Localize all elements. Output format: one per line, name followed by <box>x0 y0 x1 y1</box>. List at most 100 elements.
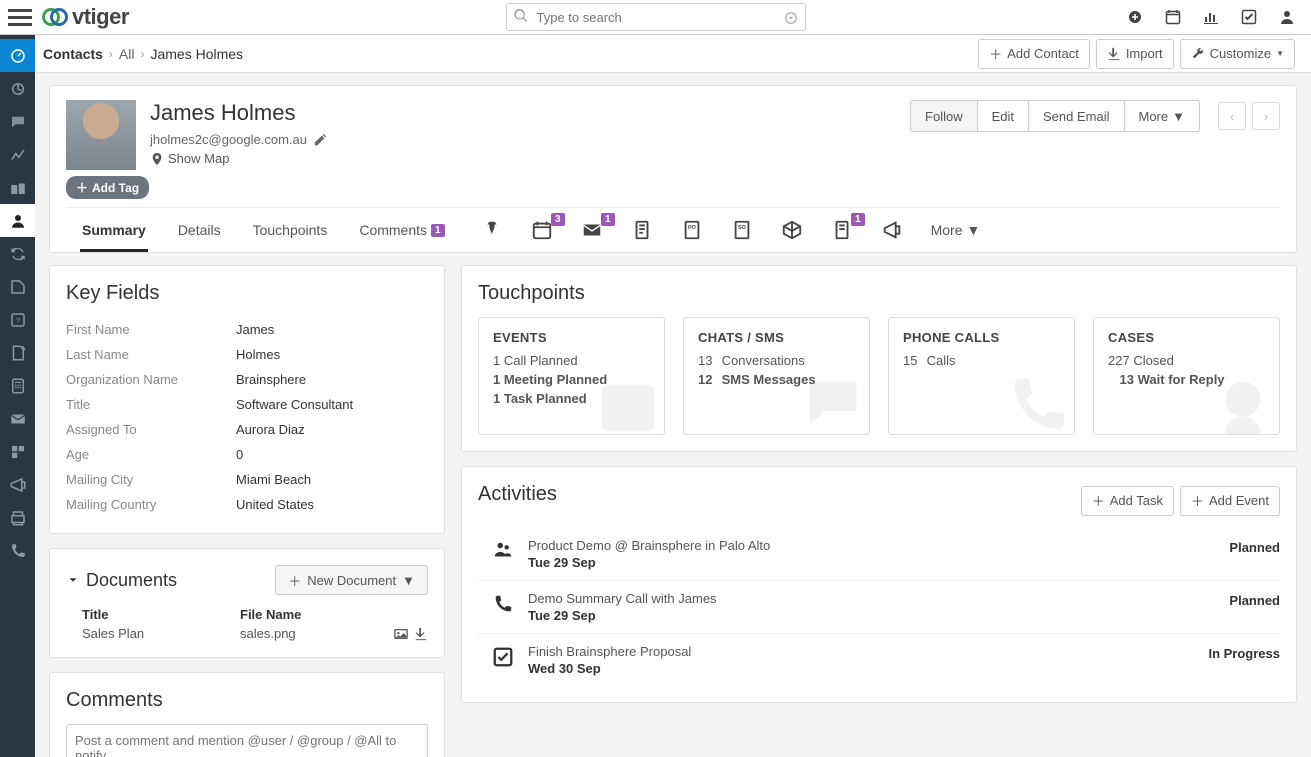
sidebar-item-sync[interactable] <box>0 237 35 270</box>
add-tag-button[interactable]: ＋Add Tag <box>66 176 149 199</box>
breadcrumb-list[interactable]: All <box>119 46 135 62</box>
show-map-link[interactable]: Show Map <box>150 151 327 166</box>
record-name: James Holmes <box>150 100 327 126</box>
tab-mail-icon[interactable]: 1 <box>581 219 603 241</box>
record-action-group: Follow Edit Send Email More▼ <box>910 100 1200 132</box>
tab-details[interactable]: Details <box>162 208 237 252</box>
touchpoints-phone-card[interactable]: PHONE CALLS 15 Calls <box>888 317 1075 435</box>
sidebar-item-help[interactable]: ? <box>0 303 35 336</box>
tab-document-icon[interactable] <box>631 219 653 241</box>
sidebar-item-notes[interactable] <box>0 336 35 369</box>
sidebar-item-campaigns[interactable] <box>0 468 35 501</box>
edit-email-icon[interactable] <box>313 133 327 147</box>
key-field-value: Miami Beach <box>236 472 311 487</box>
sidebar-item-calculator[interactable] <box>0 369 35 402</box>
download-icon[interactable] <box>414 627 428 641</box>
sidebar-item-inventory[interactable] <box>0 435 35 468</box>
add-contact-button[interactable]: ＋Add Contact <box>978 39 1090 69</box>
search-scope-toggle[interactable] <box>784 11 798 25</box>
new-document-button[interactable]: ＋New Document▼ <box>275 565 428 595</box>
tab-so-icon[interactable]: SO <box>731 219 753 241</box>
calendar-icon[interactable] <box>1165 9 1181 25</box>
tab-invoice-icon[interactable]: 1 <box>831 219 853 241</box>
sidebar-item-organizations[interactable] <box>0 171 35 204</box>
tab-quotes-icon[interactable] <box>481 219 503 241</box>
activity-status: Planned <box>1229 591 1280 608</box>
key-field-value: 0 <box>236 447 243 462</box>
tabs-more-button[interactable]: More ▼ <box>931 222 981 238</box>
record-header: James Holmes jholmes2c@google.com.au Sho… <box>49 85 1297 253</box>
key-field-row[interactable]: Organization NameBrainsphere <box>66 367 428 392</box>
breadcrumb: Contacts › All › James Holmes <box>43 46 243 62</box>
reports-icon[interactable] <box>1203 9 1219 25</box>
send-email-button[interactable]: Send Email <box>1028 101 1123 131</box>
logo[interactable]: vtiger <box>40 2 129 32</box>
documents-card: Documents ＋New Document▼ Title File Name… <box>49 548 445 658</box>
tasks-icon[interactable] <box>1241 9 1257 25</box>
key-field-row[interactable]: Mailing CountryUnited States <box>66 492 428 517</box>
key-fields-card: Key Fields First NameJamesLast NameHolme… <box>49 265 445 534</box>
sidebar-item-messages[interactable] <box>0 105 35 138</box>
sidebar-item-dashboard[interactable] <box>0 39 35 72</box>
breadcrumb-module[interactable]: Contacts <box>43 46 103 62</box>
global-search-input[interactable] <box>506 3 806 31</box>
chevron-down-icon[interactable] <box>66 573 80 587</box>
key-field-row[interactable]: TitleSoftware Consultant <box>66 392 428 417</box>
sidebar-item-phone[interactable] <box>0 534 35 567</box>
activity-item[interactable]: Finish Brainsphere ProposalWed 30 SepIn … <box>478 634 1280 686</box>
quick-create-icon[interactable] <box>1127 9 1143 25</box>
more-actions-button[interactable]: More▼ <box>1124 101 1200 131</box>
record-email[interactable]: jholmes2c@google.com.au <box>150 132 307 147</box>
key-field-row[interactable]: Last NameHolmes <box>66 342 428 367</box>
activity-item[interactable]: Product Demo @ Brainsphere in Palo AltoT… <box>478 528 1280 581</box>
add-event-button[interactable]: ＋Add Event <box>1180 486 1280 516</box>
preview-icon[interactable] <box>394 627 408 641</box>
touchpoints-events-card[interactable]: EVENTS 1 Call Planned 1 Meeting Planned … <box>478 317 665 435</box>
hamburger-menu[interactable] <box>8 5 32 29</box>
follow-button[interactable]: Follow <box>911 101 977 131</box>
prev-record-button[interactable]: ‹ <box>1218 102 1246 130</box>
key-field-row[interactable]: Assigned ToAurora Diaz <box>66 417 428 442</box>
sidebar-item-leads[interactable] <box>0 72 35 105</box>
sidebar-item-contacts[interactable] <box>0 204 35 237</box>
svg-text:?: ? <box>15 316 19 325</box>
tab-comments[interactable]: Comments1 <box>343 208 460 252</box>
breadcrumb-record[interactable]: James Holmes <box>150 46 243 62</box>
tab-products-icon[interactable] <box>781 219 803 241</box>
activity-item[interactable]: Demo Summary Call with JamesTue 29 SepPl… <box>478 581 1280 634</box>
key-field-value: Brainsphere <box>236 372 306 387</box>
tab-campaigns-icon[interactable] <box>881 219 903 241</box>
comment-input[interactable] <box>66 724 428 757</box>
key-field-label: Organization Name <box>66 372 236 387</box>
key-field-row[interactable]: Mailing CityMiami Beach <box>66 467 428 492</box>
key-field-label: Mailing Country <box>66 497 236 512</box>
sidebar-item-print[interactable] <box>0 501 35 534</box>
add-task-button[interactable]: ＋Add Task <box>1081 486 1174 516</box>
record-pager: ‹ › <box>1218 102 1280 130</box>
touchpoints-chats-card[interactable]: CHATS / SMS 13 Conversations 12 SMS Mess… <box>683 317 870 435</box>
user-menu-icon[interactable] <box>1279 9 1295 25</box>
import-button[interactable]: Import <box>1096 39 1174 69</box>
key-field-label: Age <box>66 447 236 462</box>
key-field-row[interactable]: First NameJames <box>66 317 428 342</box>
tab-po-icon[interactable]: PO <box>681 219 703 241</box>
sidebar-item-analytics[interactable] <box>0 138 35 171</box>
wrench-icon <box>1191 47 1205 61</box>
next-record-button[interactable]: › <box>1252 102 1280 130</box>
tab-calendar-icon[interactable]: 3 <box>531 219 553 241</box>
tab-summary[interactable]: Summary <box>66 208 162 252</box>
tab-touchpoints[interactable]: Touchpoints <box>237 208 344 252</box>
customize-button[interactable]: Customize▼ <box>1180 39 1295 69</box>
document-row[interactable]: Sales Plan sales.png <box>82 626 428 641</box>
touchpoints-cases-card[interactable]: CASES 227 Closed 13 Wait for Reply <box>1093 317 1280 435</box>
mail-count-badge: 1 <box>601 213 615 226</box>
avatar[interactable] <box>66 100 136 170</box>
key-field-row[interactable]: Age0 <box>66 442 428 467</box>
map-marker-icon <box>150 152 164 166</box>
touchpoints-title: Touchpoints <box>478 282 1280 305</box>
plus-icon: ＋ <box>288 571 301 590</box>
sidebar-item-email[interactable] <box>0 402 35 435</box>
activity-title: Product Demo @ Brainsphere in Palo Alto <box>528 538 1229 553</box>
sidebar-item-deals[interactable] <box>0 270 35 303</box>
edit-button[interactable]: Edit <box>977 101 1028 131</box>
